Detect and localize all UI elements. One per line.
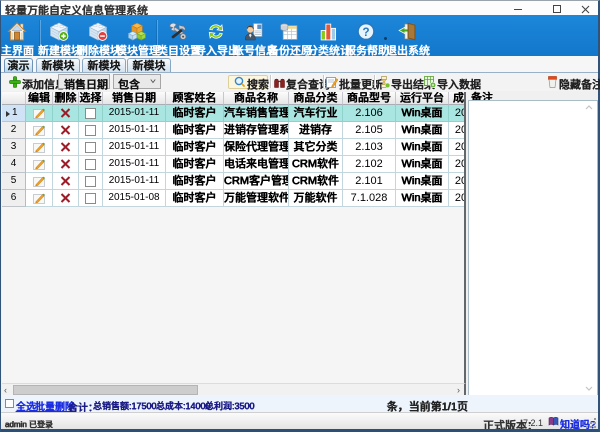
svg-text:?: ?	[362, 26, 369, 39]
